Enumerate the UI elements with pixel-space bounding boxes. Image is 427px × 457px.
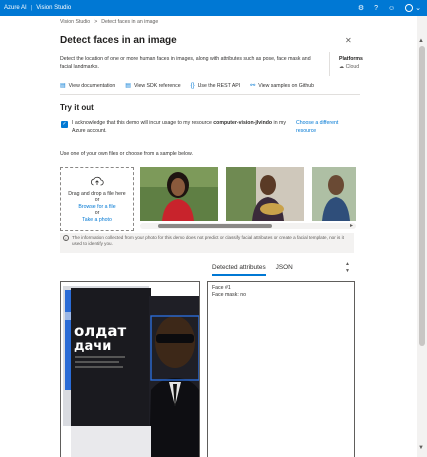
scroll-right-icon[interactable]: ▸: [350, 222, 353, 229]
tab-scroll-arrows: ▲ ▼: [345, 261, 350, 275]
page-description: Detect the location of one or more human…: [60, 56, 311, 70]
resource-name: computer-vision-jlvindo: [213, 120, 273, 126]
result-tabs: Detected attributes JSON: [212, 264, 293, 276]
gear-icon[interactable]: ⚙: [358, 4, 364, 12]
help-icon[interactable]: ?: [374, 5, 378, 12]
breadcrumb-separator: >: [94, 19, 98, 25]
sample-image-woman[interactable]: [140, 167, 218, 221]
attributes-panel: Face #1 Face mask: no: [207, 281, 355, 457]
sample-image-person[interactable]: [312, 167, 356, 221]
resource-links: ▤ View documentation ▤ View SDK reference …: [60, 82, 314, 90]
github-samples-link[interactable]: ⚯ View samples on Github: [250, 82, 314, 90]
chevron-up-icon[interactable]: ▲: [345, 261, 350, 268]
cloud-upload-icon: [61, 176, 133, 188]
tab-json[interactable]: JSON: [276, 264, 293, 276]
scroll-down-icon[interactable]: ▼: [418, 445, 424, 451]
take-photo-link[interactable]: Take a photo: [61, 217, 133, 224]
github-icon: ⚯: [250, 83, 256, 89]
privacy-info-text: The information collected from your phot…: [72, 235, 344, 246]
thumbnail-scrollbar[interactable]: [140, 223, 356, 229]
brand-name: Azure AI: [4, 5, 27, 11]
result-image: олдат дачи: [60, 281, 200, 457]
scroll-thumb[interactable]: [419, 46, 425, 346]
brand-separator: |: [30, 5, 33, 11]
document-icon: ▤: [60, 83, 66, 89]
platform-value: ☁ Cloud: [339, 63, 360, 70]
file-drop-zone[interactable]: Drag and drop a file here or Browse for …: [60, 167, 134, 231]
choose-resource-link[interactable]: Choose a different resource: [296, 120, 351, 135]
view-sdk-reference-link[interactable]: ▤ View SDK reference: [125, 82, 180, 90]
view-documentation-link[interactable]: ▤ View documentation: [60, 82, 115, 90]
cloud-icon: ☁: [339, 63, 345, 70]
rest-api-link[interactable]: {} Use the REST API: [191, 82, 241, 89]
document-icon: ▤: [125, 83, 131, 89]
code-icon: {}: [190, 82, 195, 89]
page-title: Detect faces in an image: [60, 35, 177, 46]
account-icon[interactable]: ⌄: [405, 4, 421, 12]
brand[interactable]: Azure AI | Vision Studio: [0, 5, 71, 11]
instructions: Use one of your own files or choose from…: [60, 151, 193, 157]
platform-info: Platforms ☁ Cloud: [339, 56, 363, 71]
sample-image-man[interactable]: [226, 167, 304, 221]
privacy-info-bar: i The information collected from your ph…: [60, 233, 354, 253]
breadcrumb: Vision Studio > Detect faces in an image: [60, 19, 158, 25]
platform-label: Platforms: [339, 56, 363, 62]
breadcrumb-root[interactable]: Vision Studio: [60, 19, 90, 25]
close-icon[interactable]: ✕: [345, 36, 352, 45]
top-bar: Azure AI | Vision Studio ⚙ ? ☺ ⌄: [0, 0, 427, 16]
face-mask-value: Face mask: no: [212, 292, 247, 298]
divider: [329, 52, 330, 76]
acknowledge-checkbox[interactable]: ✓: [61, 121, 68, 128]
chevron-down-icon[interactable]: ▼: [345, 268, 350, 275]
info-icon: i: [63, 235, 69, 241]
poster-text-2: дачи: [74, 339, 111, 354]
scroll-thumb[interactable]: [158, 224, 272, 228]
breadcrumb-current: Detect faces in an image: [101, 19, 159, 25]
smiley-icon[interactable]: ☺: [388, 5, 395, 12]
product-name: Vision Studio: [36, 5, 72, 11]
section-title: Try it out: [60, 103, 94, 112]
acknowledge-text: I acknowledge that this demo will incur …: [72, 120, 286, 134]
face-label: Face #1: [212, 285, 231, 291]
divider: [60, 94, 360, 95]
page-scrollbar[interactable]: ▲ ▼: [417, 16, 427, 457]
scroll-up-icon[interactable]: ▲: [418, 38, 424, 44]
tab-detected-attributes[interactable]: Detected attributes: [212, 264, 266, 276]
poster-text-1: олдат: [74, 322, 127, 340]
